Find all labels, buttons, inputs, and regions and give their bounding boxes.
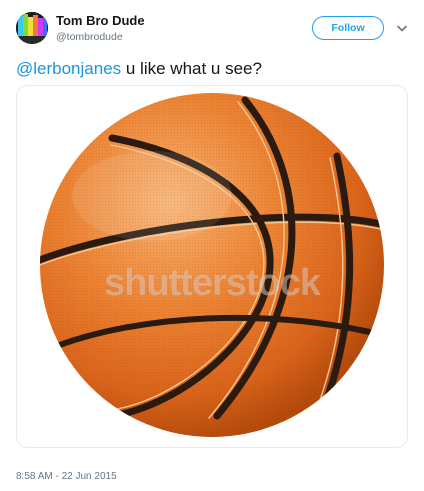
avatar[interactable] <box>16 12 48 44</box>
basketball-image <box>40 93 384 437</box>
avatar-image <box>16 12 48 44</box>
author-handle[interactable]: @tombrodude <box>56 31 123 43</box>
author-display-name[interactable]: Tom Bro Dude <box>56 13 145 28</box>
tweet-media-image[interactable]: shutterstock <box>16 85 408 448</box>
tweet-timestamp[interactable]: 8:58 AM - 22 Jun 2015 <box>16 471 117 482</box>
mention-link[interactable]: @lerbonjanes <box>16 59 121 78</box>
follow-button[interactable]: Follow <box>312 16 384 40</box>
tweet-body-text: u like what u see? <box>121 59 262 78</box>
tweet-header: Tom Bro Dude @tombrodude Follow <box>0 0 424 58</box>
more-options-chevron-down-icon[interactable] <box>395 22 409 34</box>
tweet-text: @lerbonjanes u like what u see? <box>16 58 408 80</box>
